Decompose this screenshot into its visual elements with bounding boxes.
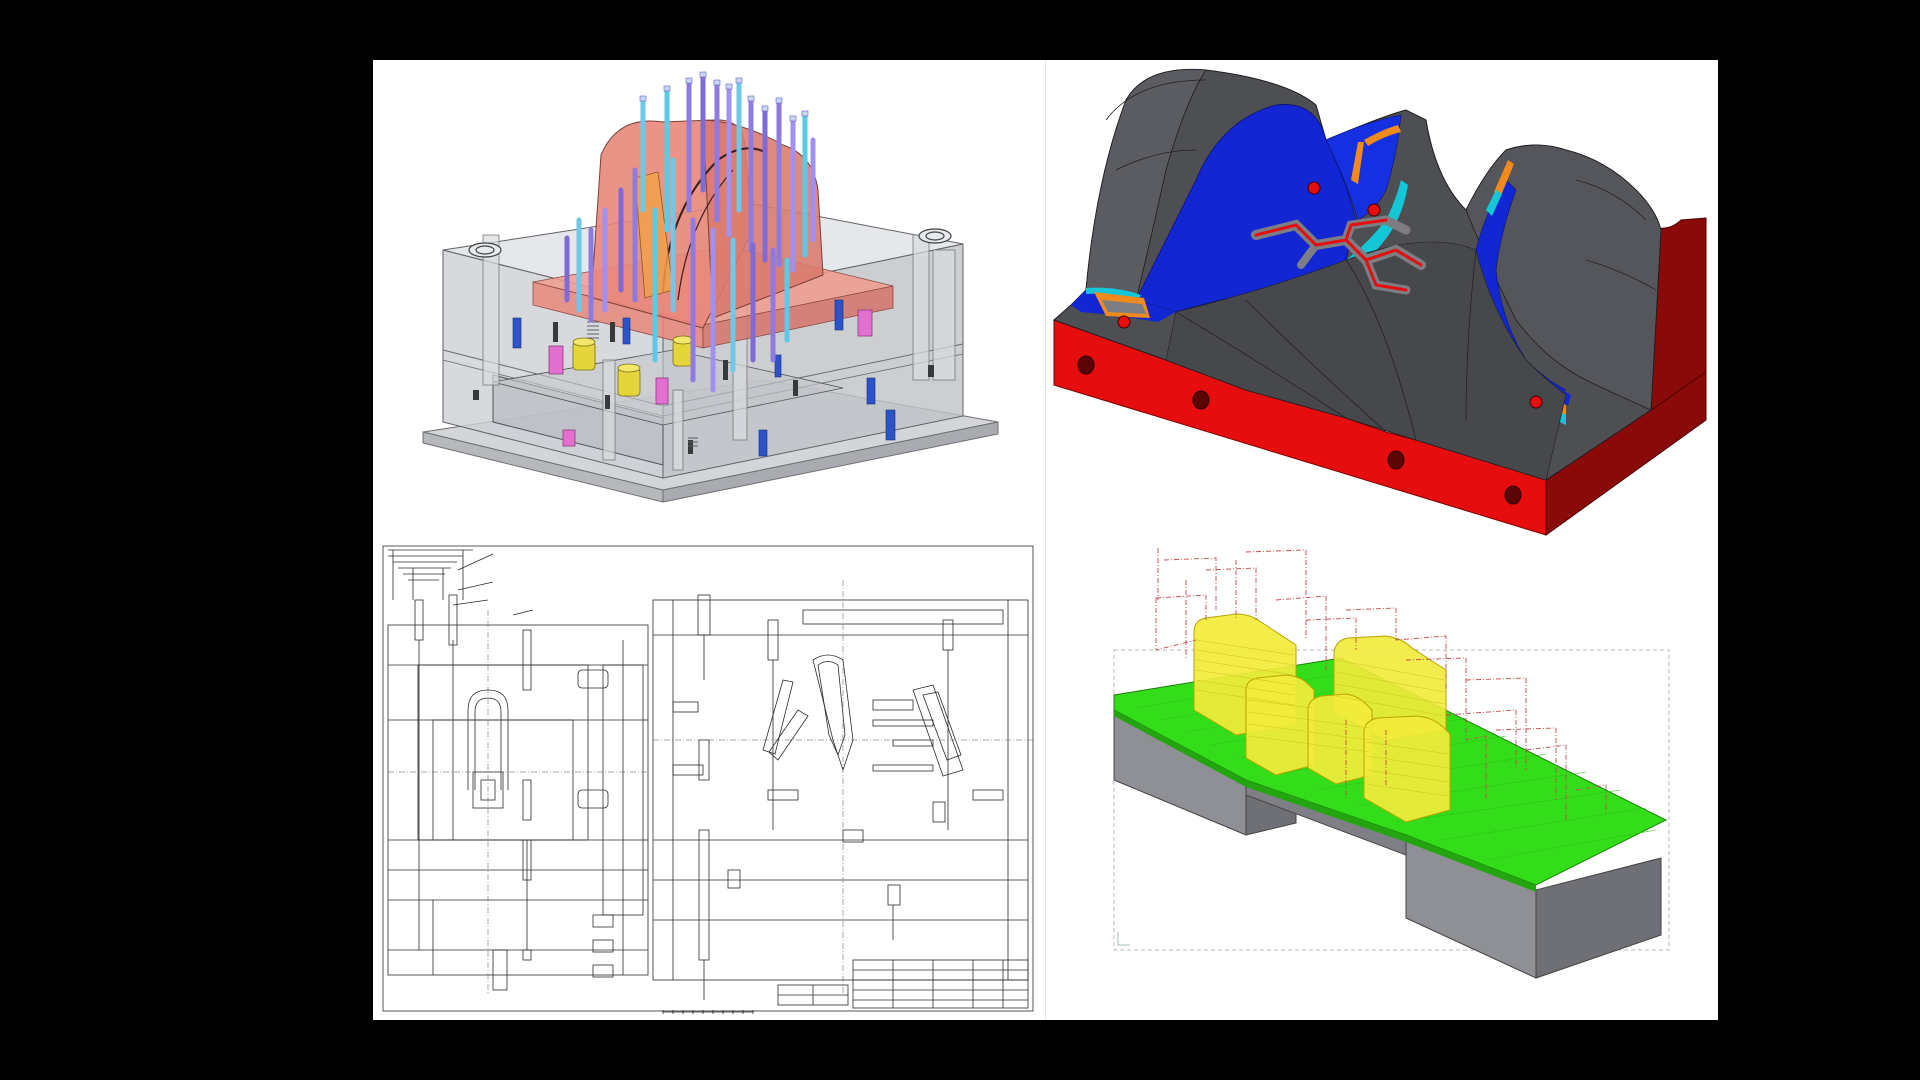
mold-assembly-icon bbox=[422, 71, 999, 503]
cnc-toolpath-panel bbox=[1046, 540, 1718, 1020]
left-view-outline bbox=[387, 624, 649, 976]
toolpath-icon bbox=[1113, 548, 1670, 979]
mold-drawing-panel bbox=[373, 540, 1045, 1020]
coordinate-axis-icon bbox=[1117, 932, 1130, 946]
drawing-border bbox=[382, 545, 1034, 1012]
mold-assembly-panel bbox=[373, 60, 1045, 540]
image-stage bbox=[0, 0, 1920, 1080]
collage-canvas bbox=[373, 60, 1718, 1020]
centerlines bbox=[388, 580, 1033, 995]
title-block bbox=[852, 959, 1029, 1009]
cavity-analysis-icon bbox=[1053, 68, 1707, 536]
technical-drawing-icon bbox=[382, 545, 1034, 1014]
cavity-analysis-panel bbox=[1046, 60, 1718, 540]
